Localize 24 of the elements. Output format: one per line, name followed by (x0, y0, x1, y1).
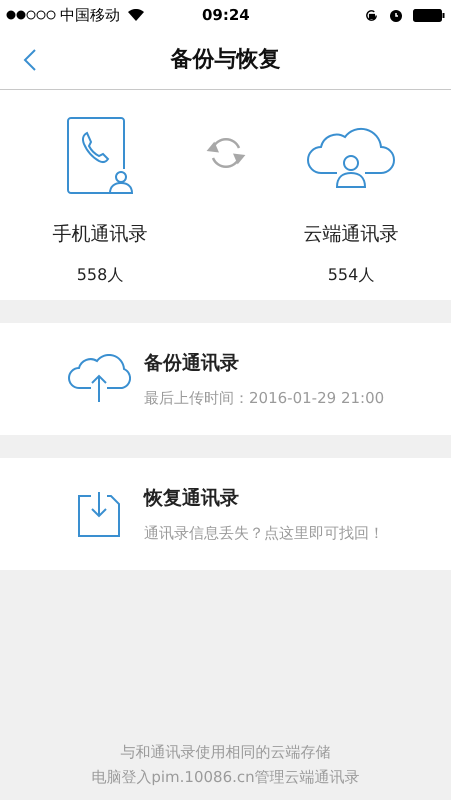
contacts-label: 云端通讯录 (304, 222, 398, 247)
cloud-upload-icon (67, 354, 131, 404)
back-icon (23, 48, 37, 72)
battery-icon (413, 8, 445, 22)
clock-time: 09:24 (202, 4, 250, 26)
action-row[interactable]: 恢复通讯录 通讯录信息丢失？点这里即可找回！ (0, 458, 451, 570)
page-title: 备份与恢复 (169, 46, 282, 74)
footer-note: 电脑登入pim.10086.cn管理云端通讯录 (91, 766, 360, 788)
alarm-icon (389, 8, 403, 22)
action-subtitle: 通讯录信息丢失？点这里即可找回！ (144, 523, 384, 544)
signal-icon (6, 10, 56, 20)
action-subtitle: 最后上传时间：2016-01-29 21:00 (144, 388, 384, 409)
phone-contact-icon (65, 115, 135, 197)
download-file-icon (77, 490, 121, 538)
action-title: 恢复通讯录 (144, 486, 240, 510)
action-title: 备份通讯录 (144, 350, 240, 376)
rotation-lock-icon (364, 8, 379, 22)
action-row[interactable]: 备份通讯录 最后上传时间：2016-01-29 21:00 (0, 323, 451, 435)
carrier-name: 中国移动 (60, 4, 120, 26)
footer-note: 与和通讯录使用相同的云端存储 (120, 742, 330, 763)
contacts-label: 手机通讯录 (52, 222, 148, 247)
contacts-count: 558人 (76, 264, 124, 286)
wifi-icon (128, 9, 144, 21)
contacts-count: 554人 (328, 264, 374, 286)
